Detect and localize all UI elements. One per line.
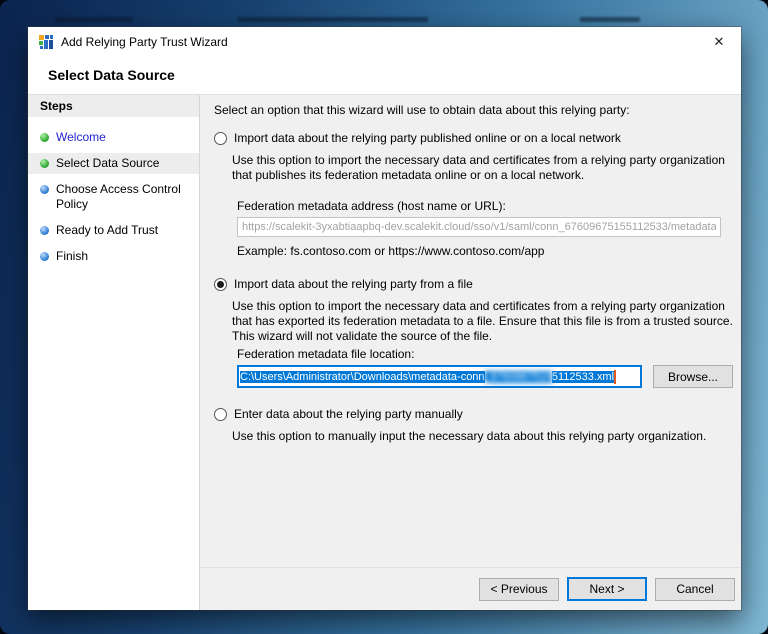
step-item-choose-access-control-policy: Choose Access Control Policy xyxy=(28,179,199,215)
radio-selected-icon[interactable] xyxy=(214,278,227,291)
close-icon[interactable]: ✕ xyxy=(710,33,728,51)
radio-unselected-icon[interactable] xyxy=(214,408,227,421)
next-button[interactable]: Next > xyxy=(567,577,647,601)
radio-option-enter-manually[interactable]: Enter data about the relying party manua… xyxy=(214,407,733,422)
radio-option-enter-manually-label[interactable]: Enter data about the relying party manua… xyxy=(234,407,463,422)
federation-metadata-file-label: Federation metadata file location: xyxy=(237,347,733,362)
address-example-text: Example: fs.contoso.com or https://www.c… xyxy=(237,244,733,259)
step-item-finish: Finish xyxy=(28,246,199,267)
step-bullet-upcoming-icon xyxy=(40,185,49,194)
step-item-welcome: Welcome xyxy=(28,127,199,148)
file-path-selected-text: 5112533.xml xyxy=(552,371,614,383)
title-bar: Add Relying Party Trust Wizard ✕ xyxy=(28,27,741,57)
step-bullet-completed-icon xyxy=(40,133,49,142)
radio-option-import-file-label[interactable]: Import data about the relying party from… xyxy=(234,277,473,292)
step-bullet-completed-icon xyxy=(40,159,49,168)
steps-sidebar: Steps Welcome Select Data Source Choose … xyxy=(28,95,200,610)
file-path-redacted-text: _6760967515 xyxy=(485,371,552,383)
federation-metadata-address-input[interactable] xyxy=(237,217,721,237)
wizard-content-pane: Select an option that this wizard will u… xyxy=(200,95,741,567)
import-file-description: Use this option to import the necessary … xyxy=(232,299,733,344)
adfs-app-icon xyxy=(38,34,54,50)
browse-button[interactable]: Browse... xyxy=(653,365,733,388)
import-online-description: Use this option to import the necessary … xyxy=(232,153,733,183)
window-title: Add Relying Party Trust Wizard xyxy=(61,35,228,49)
cancel-button[interactable]: Cancel xyxy=(655,578,735,601)
intro-text: Select an option that this wizard will u… xyxy=(214,103,733,118)
steps-list: Welcome Select Data Source Choose Access… xyxy=(28,127,199,267)
file-path-selected-text: C:\Users\Administrator\Downloads\metadat… xyxy=(240,371,485,383)
radio-unselected-icon[interactable] xyxy=(214,132,227,145)
step-bullet-upcoming-icon xyxy=(40,226,49,235)
wizard-button-bar: < Previous Next > Cancel xyxy=(200,567,741,610)
federation-metadata-address-label: Federation metadata address (host name o… xyxy=(237,199,733,214)
step-bullet-upcoming-icon xyxy=(40,252,49,261)
add-relying-party-trust-wizard-dialog: Add Relying Party Trust Wizard ✕ Select … xyxy=(28,27,741,610)
page-title: Select Data Source xyxy=(28,57,741,94)
step-item-ready-to-add-trust: Ready to Add Trust xyxy=(28,220,199,241)
desktop-background: Add Relying Party Trust Wizard ✕ Select … xyxy=(0,0,768,634)
step-item-select-data-source: Select Data Source xyxy=(28,153,199,174)
federation-metadata-file-input[interactable]: C:\Users\Administrator\Downloads\metadat… xyxy=(237,365,642,388)
radio-option-import-file[interactable]: Import data about the relying party from… xyxy=(214,277,733,292)
background-window-fragment xyxy=(55,17,133,22)
radio-option-import-online-label[interactable]: Import data about the relying party publ… xyxy=(234,131,621,146)
previous-button[interactable]: < Previous xyxy=(479,578,559,601)
enter-manually-description: Use this option to manually input the ne… xyxy=(232,429,733,444)
steps-header: Steps xyxy=(28,95,199,117)
background-window-fragment xyxy=(238,17,428,22)
text-caret xyxy=(614,370,616,384)
background-window-fragment xyxy=(580,17,640,22)
radio-option-import-online[interactable]: Import data about the relying party publ… xyxy=(214,131,733,146)
